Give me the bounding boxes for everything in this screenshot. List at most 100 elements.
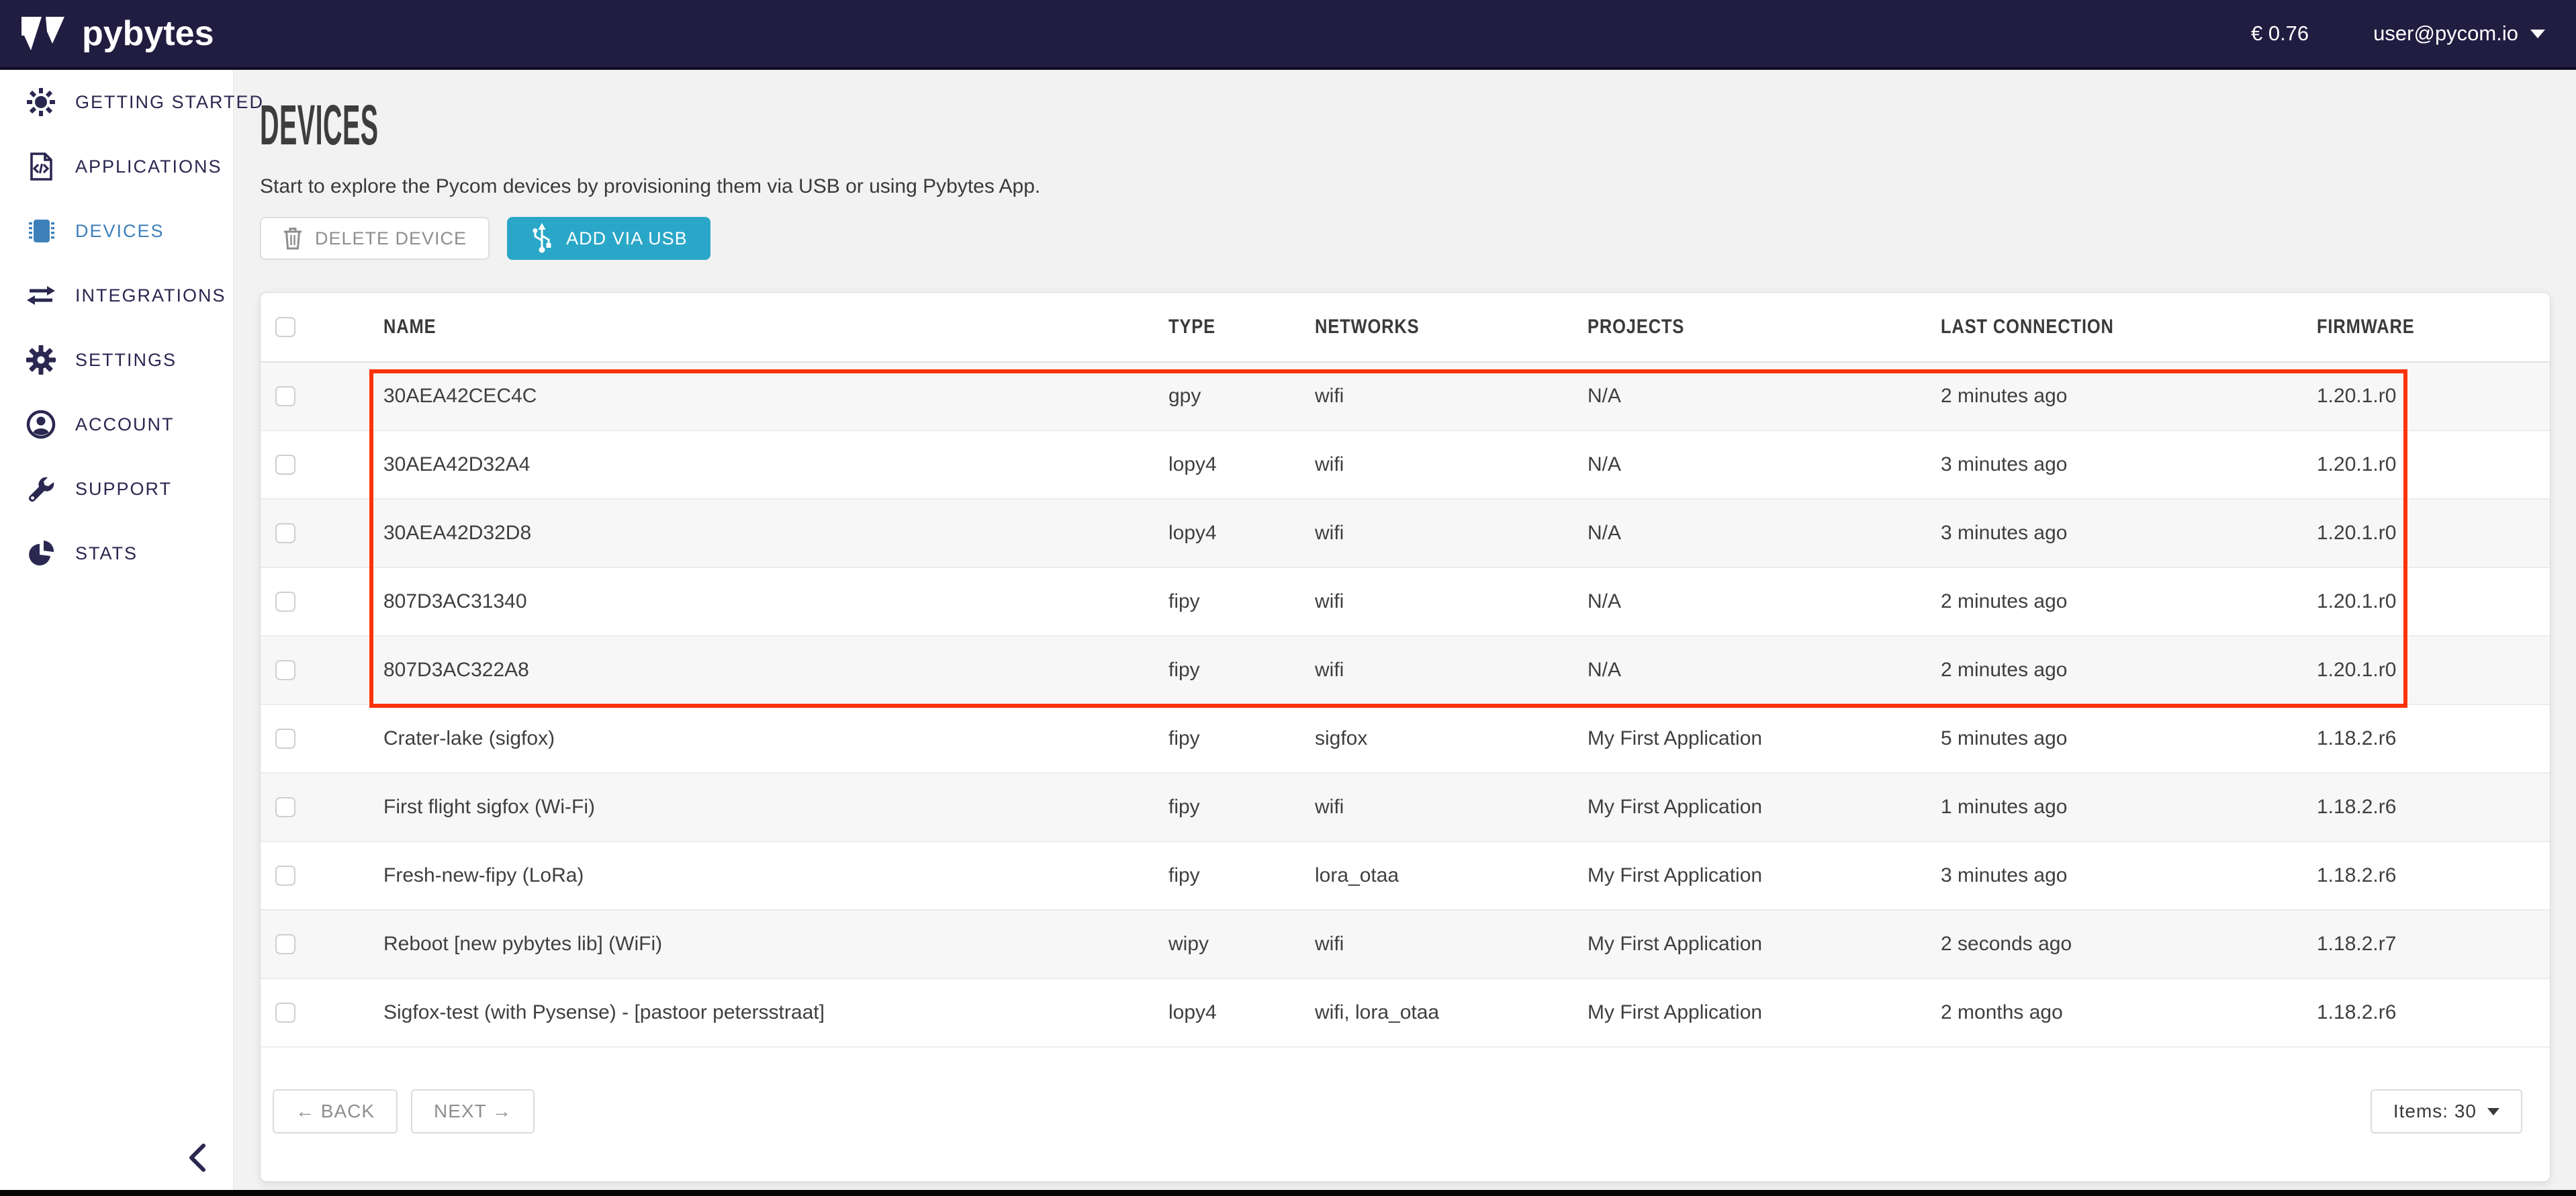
- cell-projects: My First Application: [1588, 796, 1941, 819]
- cell-name: Fresh-new-fipy (LoRa): [383, 864, 1168, 887]
- brand-name: pybytes: [82, 13, 214, 54]
- items-per-page-label: Items: 30: [2393, 1101, 2477, 1122]
- sidebar-item-devices[interactable]: DEVICES: [0, 199, 233, 263]
- cell-networks: wifi: [1315, 522, 1588, 545]
- cell-type: wipy: [1168, 933, 1315, 956]
- row-checkbox[interactable]: [275, 660, 295, 680]
- chevron-down-icon: [2530, 30, 2545, 38]
- sidebar-item-settings[interactable]: SETTINGS: [0, 328, 233, 392]
- pie-chart-icon: [26, 538, 56, 569]
- row-checkbox[interactable]: [275, 523, 295, 543]
- row-checkbox[interactable]: [275, 1003, 295, 1023]
- column-header-type: TYPE: [1168, 316, 1215, 338]
- cell-projects: N/A: [1588, 590, 1941, 613]
- code-document-icon: [26, 151, 56, 182]
- next-button[interactable]: NEXT →: [411, 1089, 535, 1134]
- table-row[interactable]: First flight sigfox (Wi-Fi) fipy wifi My…: [261, 774, 2550, 842]
- sidebar-collapse-chevron-icon[interactable]: [187, 1143, 206, 1172]
- page-title: DEVICES: [260, 93, 1348, 158]
- cell-projects: N/A: [1588, 453, 1941, 476]
- table-row[interactable]: 30AEA42D32D8 lopy4 wifi N/A 3 minutes ag…: [261, 500, 2550, 568]
- delete-device-button[interactable]: DELETE DEVICE: [260, 217, 490, 260]
- table-row[interactable]: 30AEA42CEC4C gpy wifi N/A 2 minutes ago …: [261, 363, 2550, 431]
- cell-networks: wifi: [1315, 933, 1588, 956]
- cell-name: Reboot [new pybytes lib] (WiFi): [383, 933, 1168, 956]
- sidebar-item-label: APPLICATIONS: [75, 156, 222, 177]
- sidebar-item-account[interactable]: ACCOUNT: [0, 392, 233, 457]
- devices-table-card: NAME TYPE NETWORKS PROJECTS LAST CONNECT…: [260, 292, 2550, 1182]
- table-row[interactable]: 30AEA42D32A4 lopy4 wifi N/A 3 minutes ag…: [261, 431, 2550, 500]
- row-checkbox[interactable]: [275, 455, 295, 475]
- row-checkbox[interactable]: [275, 386, 295, 406]
- sidebar-item-label: STATS: [75, 543, 138, 564]
- cell-firmware: 1.18.2.r6: [2317, 864, 2550, 887]
- column-header-firmware: FIRMWARE: [2317, 316, 2415, 338]
- gear-icon: [26, 344, 56, 375]
- table-row[interactable]: Reboot [new pybytes lib] (WiFi) wipy wif…: [261, 911, 2550, 979]
- row-checkbox[interactable]: [275, 866, 295, 886]
- row-checkbox[interactable]: [275, 934, 295, 954]
- back-button[interactable]: ← BACK: [273, 1089, 398, 1134]
- chevron-down-icon: [2487, 1108, 2499, 1115]
- cell-firmware: 1.20.1.r0: [2317, 453, 2550, 476]
- main-content: DEVICES Start to explore the Pycom devic…: [234, 70, 2576, 1190]
- cell-type: fipy: [1168, 864, 1315, 887]
- pybytes-logo[interactable]: pybytes: [20, 13, 214, 54]
- row-checkbox[interactable]: [275, 729, 295, 749]
- select-all-checkbox[interactable]: [275, 317, 295, 337]
- cell-name: First flight sigfox (Wi-Fi): [383, 796, 1168, 819]
- table-row[interactable]: 807D3AC31340 fipy wifi N/A 2 minutes ago…: [261, 568, 2550, 637]
- sidebar-item-label: INTEGRATIONS: [75, 285, 226, 306]
- cell-name: Crater-lake (sigfox): [383, 727, 1168, 750]
- cell-name: 30AEA42D32D8: [383, 522, 1168, 545]
- cell-firmware: 1.18.2.r6: [2317, 796, 2550, 819]
- table-row[interactable]: Crater-lake (sigfox) fipy sigfox My Firs…: [261, 705, 2550, 774]
- usb-icon: [530, 223, 554, 254]
- cell-firmware: 1.20.1.r0: [2317, 590, 2550, 613]
- cell-projects: My First Application: [1588, 727, 1941, 750]
- cell-networks: wifi: [1315, 659, 1588, 682]
- column-header-last-connection: LAST CONNECTION: [1941, 316, 2114, 338]
- page-subtitle: Start to explore the Pycom devices by pr…: [260, 175, 2576, 198]
- cell-type: fipy: [1168, 727, 1315, 750]
- cell-last-connection: 2 seconds ago: [1941, 933, 2317, 956]
- sidebar-item-integrations[interactable]: INTEGRATIONS: [0, 263, 233, 328]
- person-icon: [26, 409, 56, 440]
- cell-firmware: 1.20.1.r0: [2317, 659, 2550, 682]
- add-via-usb-button[interactable]: ADD VIA USB: [507, 217, 710, 260]
- cell-name: 807D3AC322A8: [383, 659, 1168, 682]
- cell-last-connection: 3 minutes ago: [1941, 522, 2317, 545]
- row-checkbox[interactable]: [275, 797, 295, 817]
- table-row[interactable]: Fresh-new-fipy (LoRa) fipy lora_otaa My …: [261, 842, 2550, 911]
- sidebar-item-support[interactable]: SUPPORT: [0, 457, 233, 521]
- cell-firmware: 1.18.2.r6: [2317, 1001, 2550, 1024]
- sidebar-item-getting-started[interactable]: GETTING STARTED: [0, 70, 233, 134]
- cell-type: fipy: [1168, 590, 1315, 613]
- cell-last-connection: 3 minutes ago: [1941, 864, 2317, 887]
- cell-firmware: 1.18.2.r6: [2317, 727, 2550, 750]
- cell-projects: N/A: [1588, 385, 1941, 408]
- table-row[interactable]: Sigfox-test (with Pysense) - [pastoor pe…: [261, 979, 2550, 1048]
- cell-networks: lora_otaa: [1315, 864, 1588, 887]
- user-menu[interactable]: user@pycom.io: [2373, 21, 2545, 46]
- trash-icon: [283, 226, 303, 250]
- sidebar-item-label: SUPPORT: [75, 479, 172, 500]
- cell-name: 807D3AC31340: [383, 590, 1168, 613]
- table-header: NAME TYPE NETWORKS PROJECTS LAST CONNECT…: [261, 293, 2550, 363]
- user-email: user@pycom.io: [2373, 21, 2518, 46]
- cell-projects: N/A: [1588, 659, 1941, 682]
- sidebar-item-applications[interactable]: APPLICATIONS: [0, 134, 233, 199]
- row-checkbox[interactable]: [275, 592, 295, 612]
- sidebar-item-label: ACCOUNT: [75, 414, 175, 435]
- cell-networks: wifi: [1315, 453, 1588, 476]
- column-header-networks: NETWORKS: [1315, 316, 1420, 338]
- cell-last-connection: 5 minutes ago: [1941, 727, 2317, 750]
- chip-icon: [26, 216, 56, 246]
- cell-firmware: 1.20.1.r0: [2317, 522, 2550, 545]
- table-row[interactable]: 807D3AC322A8 fipy wifi N/A 2 minutes ago…: [261, 637, 2550, 705]
- items-per-page-dropdown[interactable]: Items: 30: [2371, 1089, 2522, 1134]
- sidebar-item-stats[interactable]: STATS: [0, 521, 233, 586]
- delete-device-label: DELETE DEVICE: [315, 228, 467, 249]
- cell-last-connection: 2 months ago: [1941, 1001, 2317, 1024]
- cell-networks: wifi: [1315, 590, 1588, 613]
